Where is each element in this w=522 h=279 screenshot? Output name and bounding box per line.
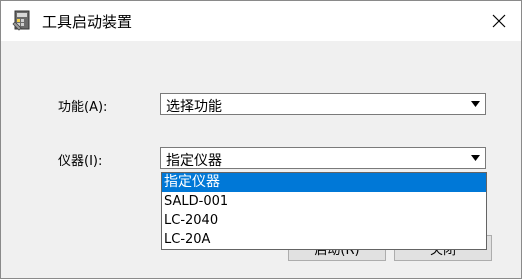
function-select[interactable]: 选择功能 — [160, 93, 486, 115]
instrument-select[interactable]: 指定仪器 — [160, 147, 486, 169]
chevron-down-icon — [471, 101, 480, 107]
function-select-value: 选择功能 — [166, 99, 222, 115]
window-title: 工具启动装置 — [42, 13, 133, 31]
close-window-button[interactable] — [477, 1, 521, 41]
tool-launcher-dialog: 工具启动装置 功能(A): 选择功能 仪器(I): 指定仪器 启动(R) 关闭 … — [0, 0, 522, 279]
title-bar: 工具启动装置 — [1, 1, 521, 41]
dropdown-option[interactable]: LC-20A — [162, 230, 486, 249]
close-icon — [492, 14, 506, 28]
chevron-down-icon — [471, 155, 480, 161]
instrument-label: 仪器(I): — [58, 154, 103, 169]
instrument-select-value: 指定仪器 — [166, 153, 222, 169]
app-icon — [12, 10, 32, 32]
function-label: 功能(A): — [58, 100, 108, 115]
instrument-dropdown-button[interactable] — [467, 149, 484, 167]
function-dropdown-button[interactable] — [467, 95, 484, 113]
dropdown-option[interactable]: SALD-001 — [162, 192, 486, 211]
instrument-dropdown-list: 指定仪器 SALD-001 LC-2040 LC-20A — [161, 172, 487, 250]
dropdown-option[interactable]: LC-2040 — [162, 211, 486, 230]
dropdown-option[interactable]: 指定仪器 — [162, 173, 486, 192]
